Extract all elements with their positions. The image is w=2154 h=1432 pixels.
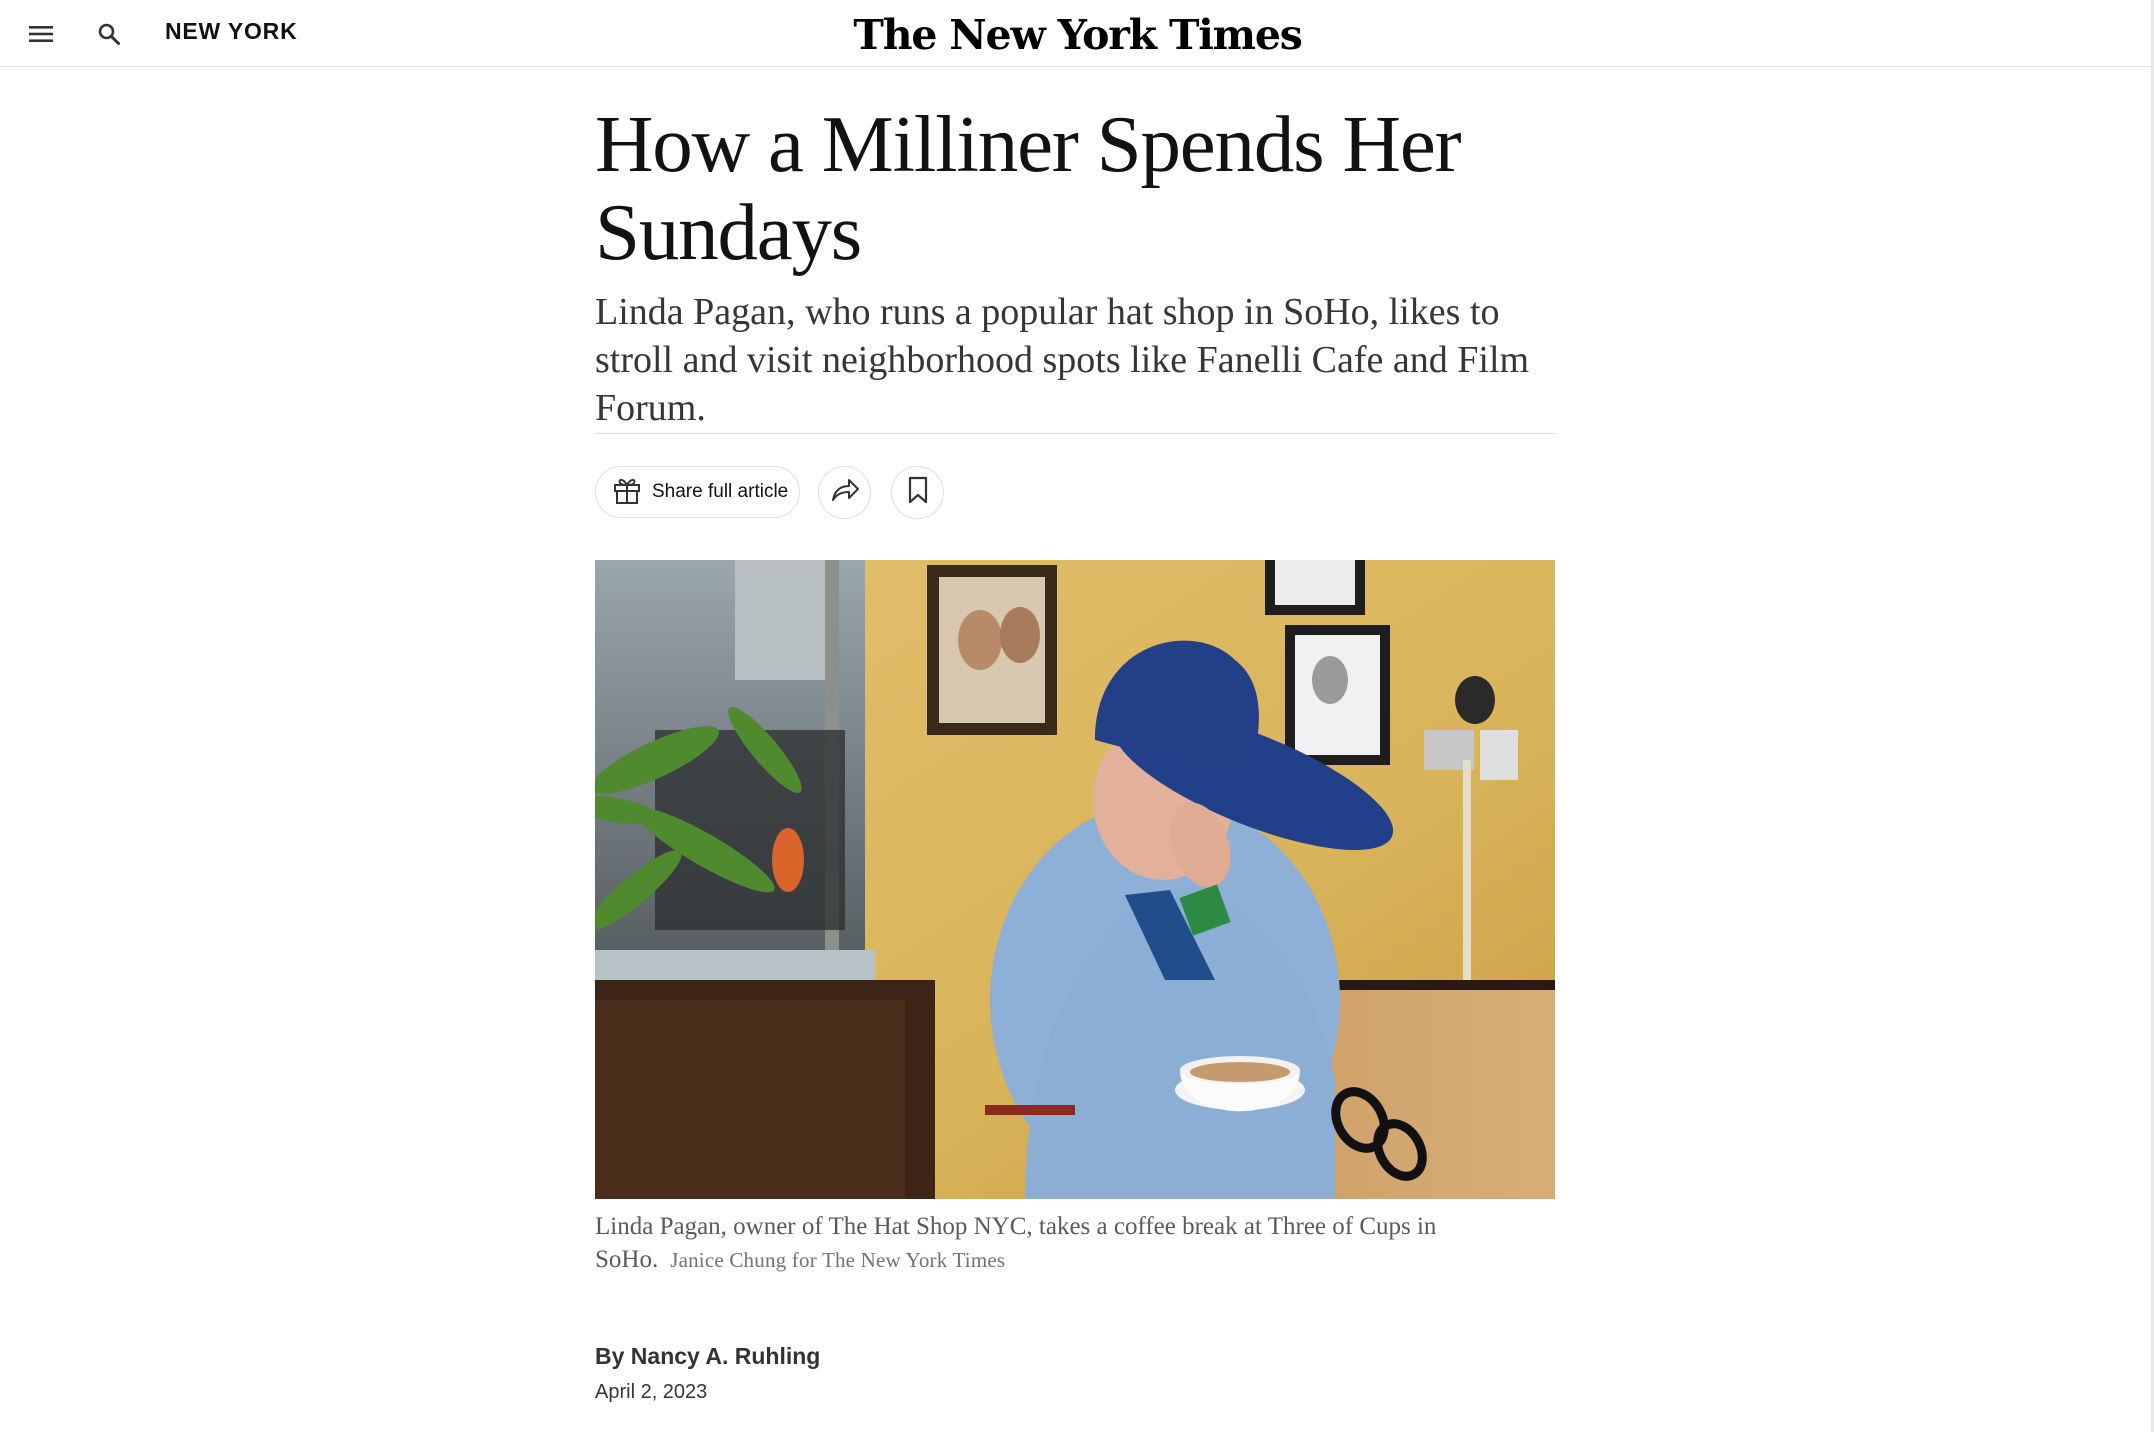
- hamburger-menu-icon[interactable]: [21, 14, 61, 54]
- share-full-article-button[interactable]: Share full article: [595, 466, 800, 518]
- author-link[interactable]: Nancy A. Ruhling: [631, 1343, 821, 1369]
- section-link-new-york[interactable]: NEW YORK: [165, 16, 297, 46]
- gift-icon: [612, 475, 642, 510]
- publish-date: April 2, 2023: [595, 1381, 708, 1403]
- nyt-logo[interactable]: The New York Times: [820, 6, 1335, 64]
- search-icon[interactable]: [89, 14, 129, 54]
- save-bookmark-button[interactable]: [891, 466, 944, 519]
- photo-caption: Linda Pagan, owner of The Hat Shop NYC, …: [595, 1210, 1555, 1277]
- share-button[interactable]: [818, 466, 871, 519]
- byline: By Nancy A. Ruhling: [595, 1343, 820, 1370]
- divider: [595, 433, 1555, 434]
- headline: How a Milliner Spends Her Sundays: [595, 99, 1462, 277]
- bookmark-icon: [908, 476, 928, 509]
- byline-prefix: By: [595, 1343, 625, 1369]
- share-arrow-icon: [830, 477, 860, 508]
- masthead: NEW YORK The New York Times: [0, 0, 2154, 67]
- article-summary: Linda Pagan, who runs a popular hat shop…: [595, 291, 1530, 429]
- photo-credit: Janice Chung for The New York Times: [670, 1248, 1006, 1272]
- share-full-article-label: Share full article: [652, 481, 789, 502]
- lead-photo: [595, 560, 1555, 1199]
